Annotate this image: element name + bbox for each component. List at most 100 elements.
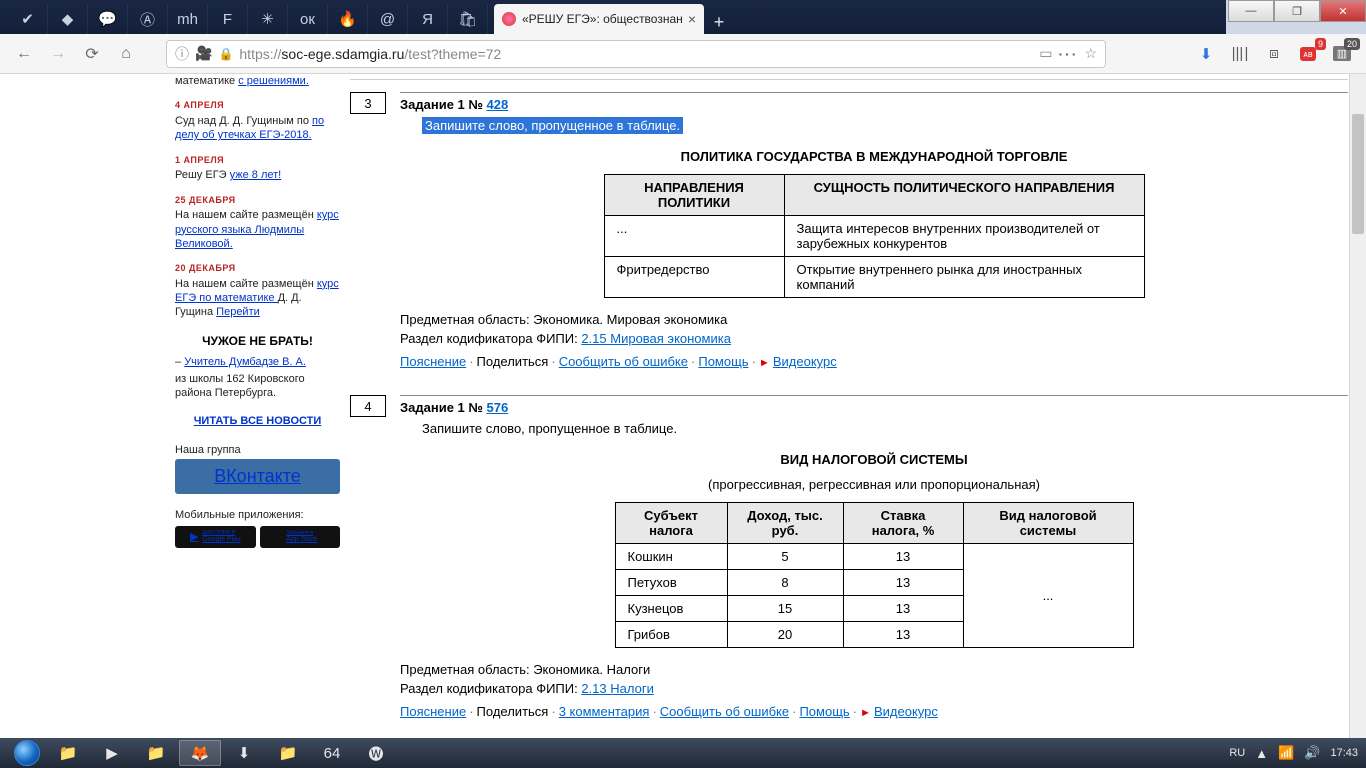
site-info-icon[interactable]: ⓘ — [175, 44, 189, 64]
task-number: 3 — [350, 92, 386, 114]
news-link[interactable]: курс русского языка Людмилы Великовой. — [175, 209, 339, 250]
google-play-button[interactable]: ▶ДОСТУПНО ВGoogle Play — [175, 526, 256, 548]
sidebar-icon[interactable]: ⧈ — [1260, 40, 1288, 68]
url-box[interactable]: ⓘ 🎥 🔒 https://soc-ege.sdamgia.ru/test?th… — [166, 40, 1106, 68]
news-item: Суд над Д. Д. Гущиным по по делу об утеч… — [175, 114, 340, 143]
taskbar-app-6[interactable]: 64 — [311, 740, 353, 766]
table-cell: Кузнецов — [615, 596, 727, 622]
reload-button[interactable]: ⟳ — [78, 40, 106, 68]
bookmark-star-icon[interactable]: ☆ — [1084, 45, 1097, 62]
back-button[interactable]: ← — [10, 40, 38, 68]
taskbar-app-7[interactable]: 🅦 — [355, 740, 397, 766]
tab-current[interactable]: «РЕШУ ЕГЭ»: обществознание × — [494, 4, 704, 34]
task-number: 4 — [350, 395, 386, 417]
taskbar-app-4[interactable]: ⬇ — [223, 740, 265, 766]
tab-title: «РЕШУ ЕГЭ»: обществознание — [522, 12, 682, 26]
home-button[interactable]: ⌂ — [112, 40, 140, 68]
table-cell: Защита интересов внутренних производител… — [784, 216, 1144, 257]
pinned-tab-2[interactable]: 💬 — [88, 4, 128, 34]
tray-sound-icon[interactable]: 🔊 — [1304, 745, 1320, 761]
ublock-icon[interactable]: ▥20 — [1328, 40, 1356, 68]
pinned-tab-11[interactable]: 🛍 — [448, 4, 488, 34]
new-tab-button[interactable]: + — [704, 10, 734, 34]
vk-button[interactable]: ВКонтакте — [175, 459, 340, 494]
table-cell: 8 — [727, 570, 843, 596]
table-caption: ВИД НАЛОГОВОЙ СИСТЕМЫ — [400, 452, 1348, 467]
task-number-link[interactable]: 576 — [487, 400, 509, 415]
reader-icon[interactable]: ▭ — [1039, 45, 1052, 62]
permission-icon: 🎥 — [195, 45, 212, 62]
author-link[interactable]: Учитель Думбадзе В. А. — [184, 356, 306, 368]
task-title: Задание 1 № 576 — [400, 400, 1348, 415]
taskbar-app-1[interactable]: ▶ — [91, 740, 133, 766]
task-links: Пояснение·Поделиться·3 комментария·Сообщ… — [400, 704, 1348, 719]
library-icon[interactable]: ||| | — [1226, 40, 1254, 68]
task-action-link[interactable]: Пояснение — [400, 704, 466, 719]
app-store-button[interactable]: Загрузите вApp Store — [260, 526, 341, 548]
pinned-tab-1[interactable]: ◆ — [48, 4, 88, 34]
window-maximize[interactable]: ❐ — [1274, 0, 1320, 22]
table-cell: Грибов — [615, 622, 727, 648]
pinned-tab-10[interactable]: Я — [408, 4, 448, 34]
window-close[interactable]: ✕ — [1320, 0, 1366, 22]
forward-button[interactable]: → — [44, 40, 72, 68]
news-link[interactable]: курс ЕГЭ по математике — [175, 278, 339, 304]
pinned-tab-7[interactable]: ок — [288, 4, 328, 34]
task-number-link[interactable]: 428 — [487, 97, 509, 112]
author-sub: из школы 162 Кировского района Петербург… — [175, 372, 340, 401]
taskbar-app-3[interactable]: 🦊 — [179, 740, 221, 766]
pinned-tab-0[interactable]: ✔ — [8, 4, 48, 34]
task-action-text[interactable]: Поделиться — [477, 354, 549, 369]
news-link[interactable]: Перейти — [216, 306, 260, 318]
adblock-icon[interactable]: ᴀʙ9 — [1294, 40, 1322, 68]
downloads-icon[interactable]: ⬇ — [1192, 40, 1220, 68]
news-date: 1 АПРЕЛЯ — [175, 155, 340, 167]
start-button[interactable] — [8, 738, 46, 768]
pinned-tab-8[interactable]: 🔥 — [328, 4, 368, 34]
taskbar-app-5[interactable]: 📁 — [267, 740, 309, 766]
scrollbar-thumb[interactable] — [1352, 114, 1364, 234]
tab-close-icon[interactable]: × — [688, 11, 696, 27]
pinned-tab-5[interactable]: F — [208, 4, 248, 34]
tray-network-icon[interactable]: 📶 — [1278, 745, 1294, 761]
codifier-link[interactable]: 2.13 Налоги — [581, 681, 654, 696]
scrollbar[interactable] — [1349, 74, 1366, 738]
task-action-link[interactable]: Помощь — [799, 704, 849, 719]
news-item: На нашем сайте размещён курс ЕГЭ по мате… — [175, 277, 340, 320]
task-action-link[interactable]: Сообщить об ошибке — [559, 354, 688, 369]
table-header: НАПРАВЛЕНИЯ ПОЛИТИКИ — [604, 175, 784, 216]
sidebar-link[interactable]: с решениями. — [238, 75, 309, 87]
task-action-link[interactable]: Пояснение — [400, 354, 466, 369]
task-action-link[interactable]: Сообщить об ошибке — [660, 704, 789, 719]
tray-clock[interactable]: 17:43 — [1330, 747, 1358, 759]
taskbar-app-2[interactable]: 📁 — [135, 740, 177, 766]
taskbar-app-0[interactable]: 📁 — [47, 740, 89, 766]
news-item: Решу ЕГЭ уже 8 лет! — [175, 168, 340, 182]
task-table: НАПРАВЛЕНИЯ ПОЛИТИКИСУЩНОСТЬ ПОЛИТИЧЕСКО… — [604, 174, 1145, 298]
pinned-tab-4[interactable]: mh — [168, 4, 208, 34]
system-tray: RU ▲ 📶 🔊 17:43 — [1229, 745, 1358, 761]
read-all-news-link[interactable]: ЧИТАТЬ ВСЕ НОВОСТИ — [194, 415, 322, 427]
pinned-tab-3[interactable]: Ⓐ — [128, 4, 168, 34]
task-action-link[interactable]: Видеокурс — [773, 354, 837, 369]
news-link[interactable]: уже 8 лет! — [230, 169, 282, 181]
tray-lang[interactable]: RU — [1229, 747, 1245, 759]
window-minimize[interactable]: — — [1228, 0, 1274, 22]
pinned-tab-9[interactable]: @ — [368, 4, 408, 34]
table-row: ФритредерствоОткрытие внутреннего рынка … — [604, 257, 1144, 298]
table-cell: Фритредерство — [604, 257, 784, 298]
task-title: Задание 1 № 428 — [400, 97, 1348, 112]
tray-flag-icon[interactable]: ▲ — [1255, 746, 1268, 761]
task-action-link[interactable]: 3 комментария — [559, 704, 650, 719]
task-action-text[interactable]: Поделиться — [477, 704, 549, 719]
pinned-tab-6[interactable]: ✳ — [248, 4, 288, 34]
news-date: 25 ДЕКАБРЯ — [175, 195, 340, 207]
codifier-link[interactable]: 2.15 Мировая экономика — [581, 331, 731, 346]
task: 4Задание 1 № 576Запишите слово, пропущен… — [350, 395, 1348, 719]
task-action-link[interactable]: Помощь — [698, 354, 748, 369]
news-link[interactable]: по делу об утечках ЕГЭ-2018. — [175, 115, 324, 141]
tab-favicon — [502, 12, 516, 26]
table-cell: ... — [963, 544, 1133, 648]
page-actions-icon[interactable]: ··· — [1058, 46, 1078, 62]
task-action-link[interactable]: Видеокурс — [874, 704, 938, 719]
